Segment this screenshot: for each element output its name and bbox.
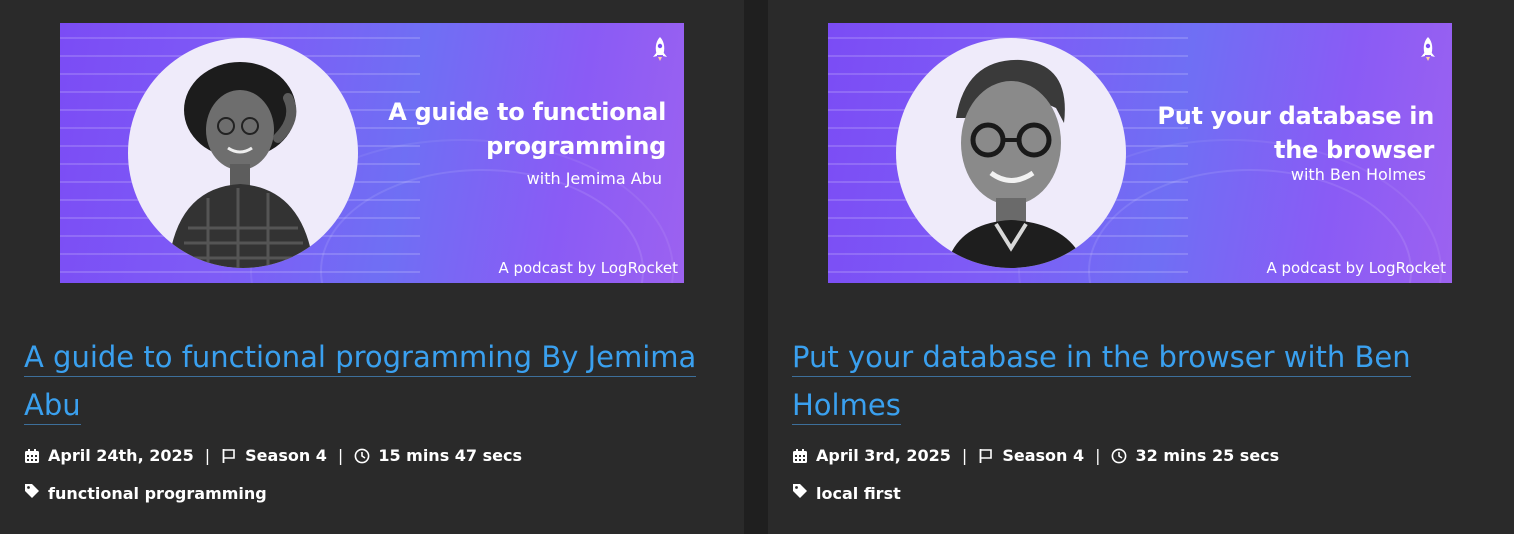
tag-icon <box>24 483 40 503</box>
meta-separator: | <box>204 446 211 465</box>
banner-subtitle: with Ben Holmes <box>1290 165 1426 184</box>
banner-subtitle: with Jemima Abu <box>526 169 662 188</box>
episode-duration: 32 mins 25 secs <box>1135 446 1280 465</box>
clock-icon <box>354 448 370 464</box>
episode-title-link[interactable]: A guide to functional programming By Jem… <box>24 340 697 425</box>
episode-tag-label: local first <box>816 483 901 503</box>
calendar-icon <box>24 448 40 464</box>
rocket-icon <box>648 35 672 63</box>
episode-tag[interactable]: local first <box>792 483 901 503</box>
flag-icon <box>221 448 237 464</box>
tag-icon <box>792 483 808 503</box>
episode-grid: A guide to functional programming with J… <box>0 0 1514 534</box>
meta-separator: | <box>337 446 344 465</box>
episode-card: Put your database in the browser with Be… <box>768 0 1514 534</box>
banner-footer: A podcast by LogRocket <box>1266 259 1446 277</box>
episode-date: April 24th, 2025 <box>48 446 194 465</box>
episode-season: Season 4 <box>245 446 327 465</box>
episode-meta: April 24th, 2025 | Season 4 | 15 mins 47… <box>24 446 522 465</box>
episode-season: Season 4 <box>1002 446 1085 465</box>
episode-meta: April 3rd, 2025 | Season 4 | 32 mins 25 … <box>792 446 1279 465</box>
episode-title: Put your database in the browser with Be… <box>792 333 1442 429</box>
banner-footer: A podcast by LogRocket <box>498 259 678 277</box>
episode-title-link[interactable]: Put your database in the browser with Be… <box>792 340 1411 425</box>
episode-banner-image[interactable]: A guide to functional programming with J… <box>60 23 684 283</box>
banner-title: Put your database in the browser <box>1157 102 1434 164</box>
episode-duration: 15 mins 47 secs <box>378 446 523 465</box>
episode-card: A guide to functional programming with J… <box>0 0 744 534</box>
episode-date: April 3rd, 2025 <box>816 446 951 465</box>
episode-tag[interactable]: functional programming <box>24 483 267 503</box>
rocket-icon <box>1416 35 1440 63</box>
banner-title: A guide to functional programming <box>388 98 666 160</box>
flag-icon <box>978 448 994 464</box>
episode-tag-label: functional programming <box>48 483 267 503</box>
guest-photo <box>896 38 1126 268</box>
calendar-icon <box>792 448 808 464</box>
episode-title: A guide to functional programming By Jem… <box>24 333 714 429</box>
guest-photo <box>128 38 358 268</box>
episode-banner-image[interactable]: Put your database in the browser with Be… <box>828 23 1452 283</box>
meta-separator: | <box>961 446 968 465</box>
meta-separator: | <box>1095 446 1101 465</box>
clock-icon <box>1111 448 1127 464</box>
